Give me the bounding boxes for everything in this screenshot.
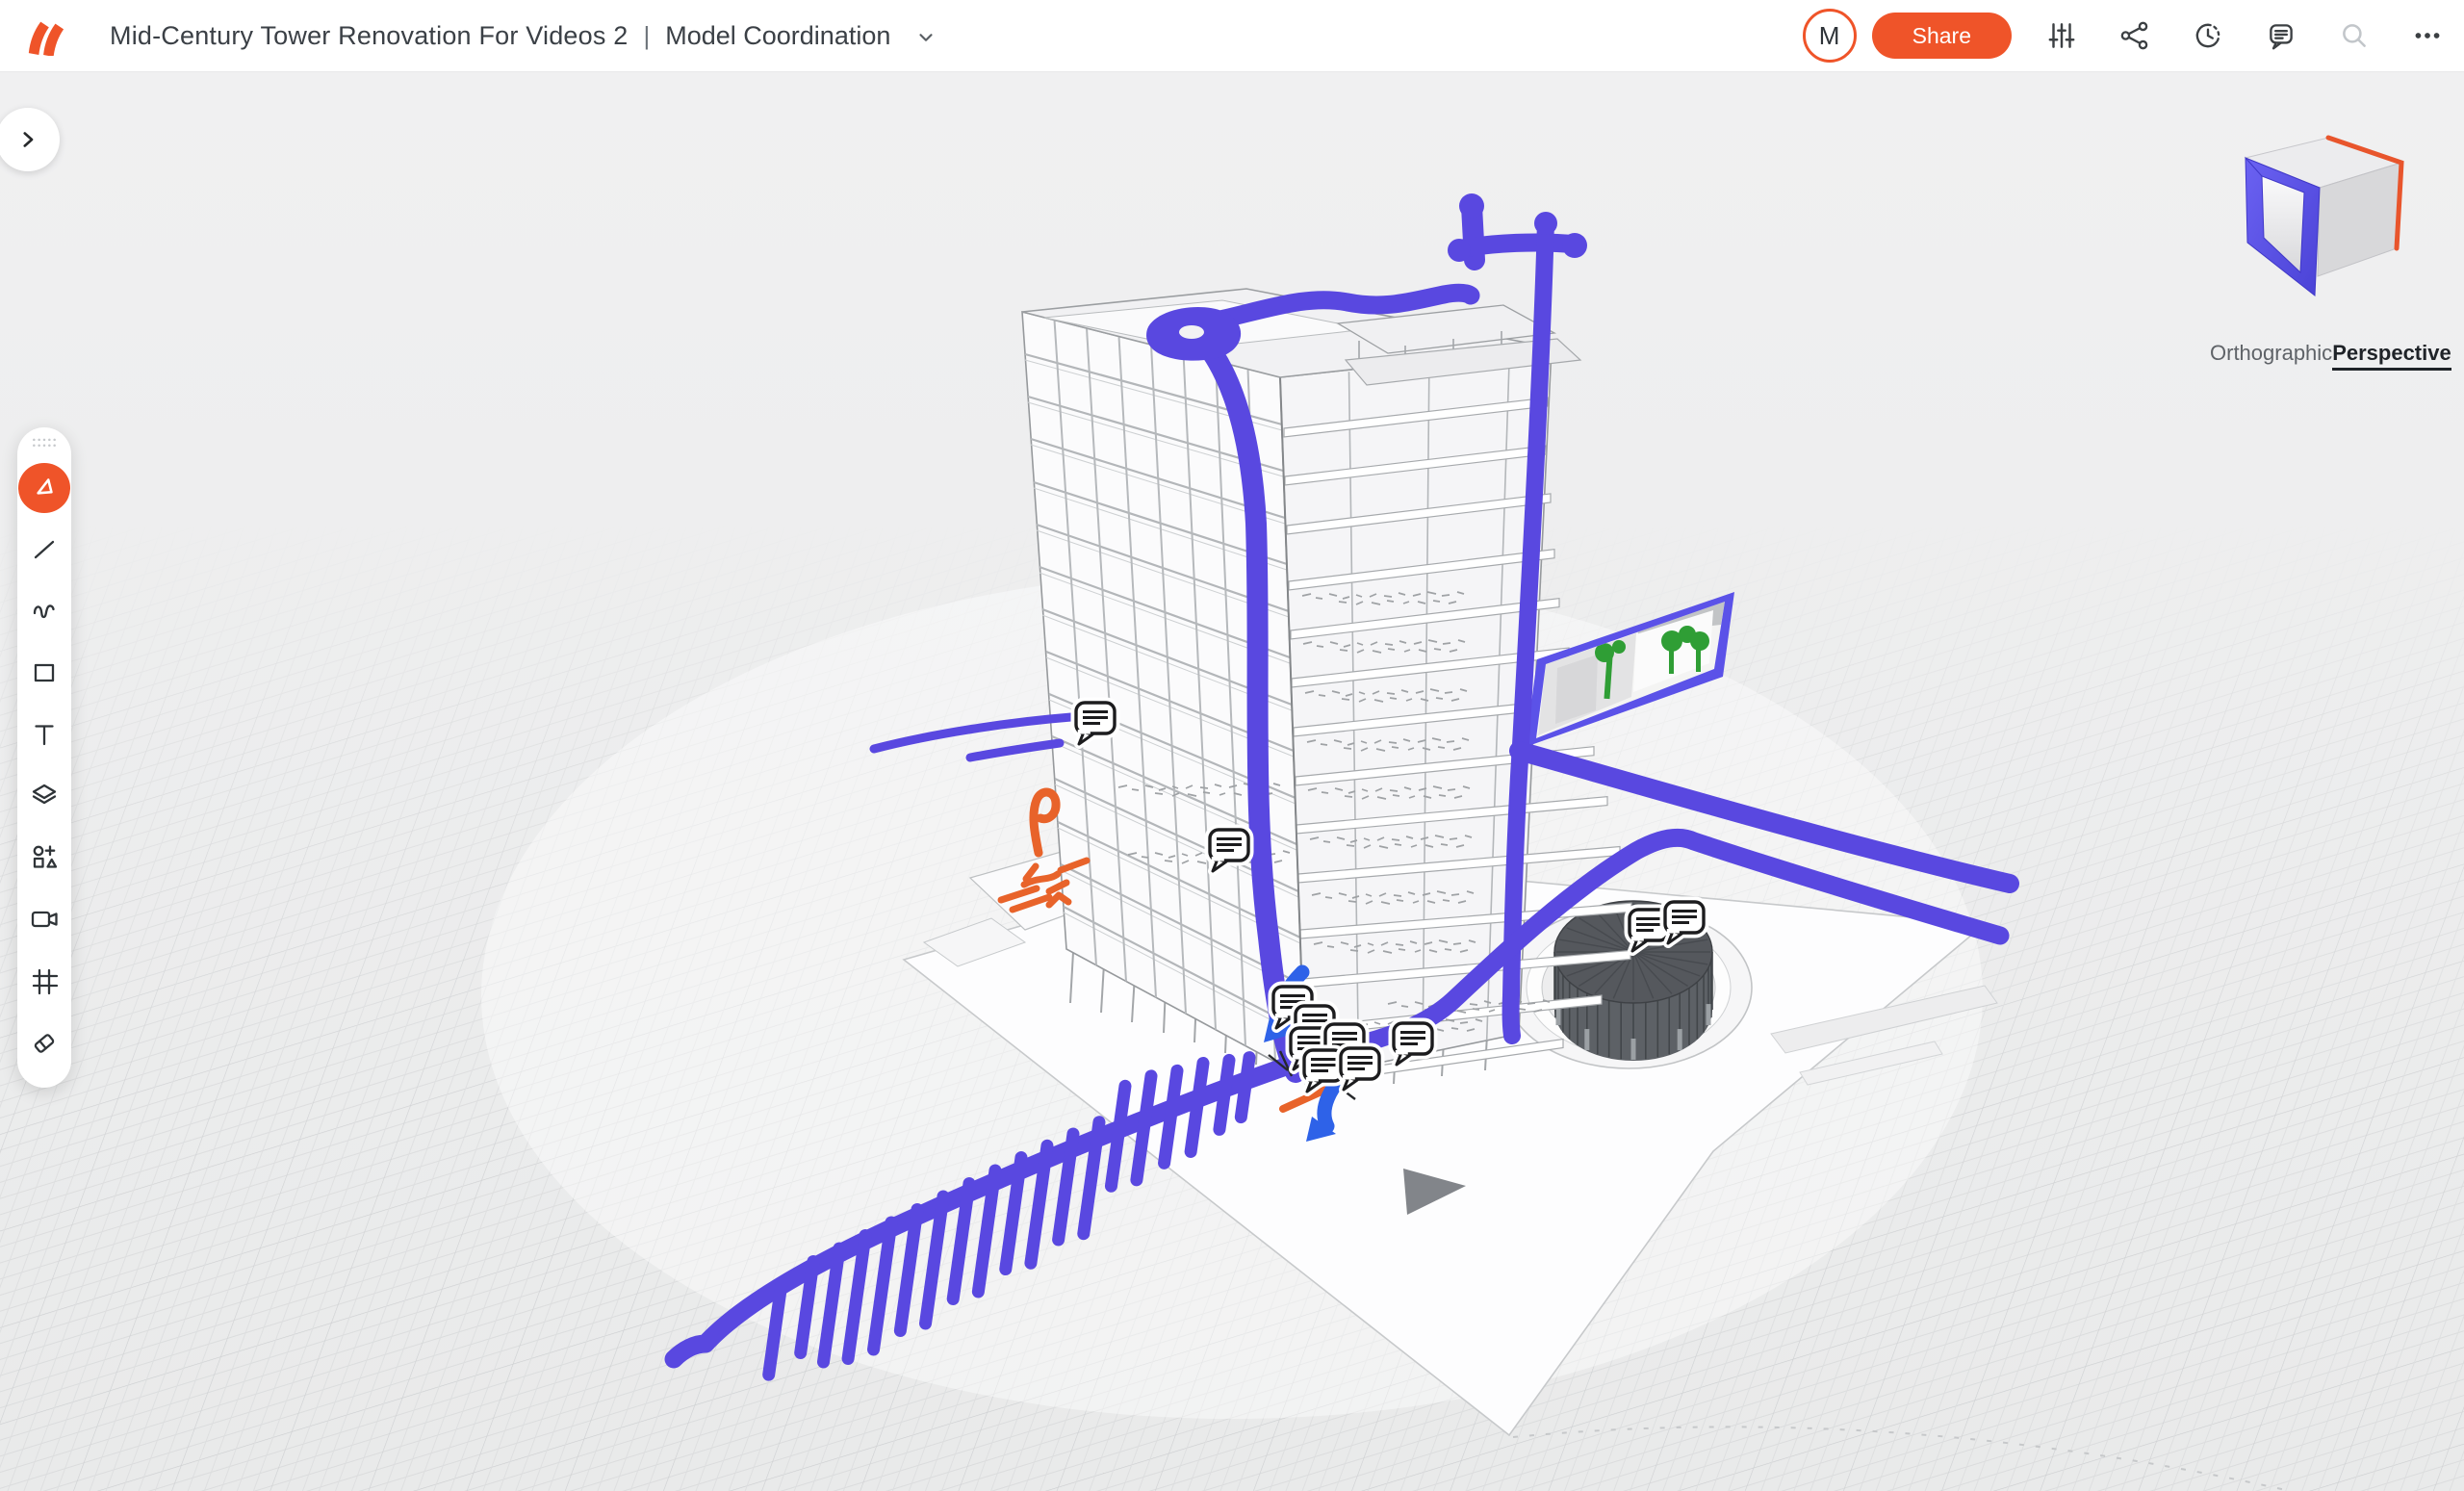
comments-button[interactable] <box>2258 13 2304 59</box>
share-button[interactable]: Share <box>1872 13 2012 59</box>
ink-blob-hole <box>1179 325 1204 339</box>
drag-handle[interactable] <box>30 437 59 450</box>
line-icon <box>29 534 60 565</box>
eraser-icon <box>29 1027 60 1058</box>
drawing-toolbar <box>17 427 71 1088</box>
tool-layers[interactable] <box>27 780 62 811</box>
history-clock-icon <box>2192 19 2224 52</box>
tool-select[interactable] <box>18 463 70 513</box>
comments-icon <box>2265 19 2297 52</box>
cursor-icon <box>28 472 61 504</box>
document-subtitle: Model Coordination <box>665 21 890 51</box>
viewcube-panel: Orthographic Perspective <box>2208 125 2447 371</box>
comment-marker[interactable] <box>1394 1023 1432 1065</box>
camera-icon <box>29 904 60 935</box>
title-separator: | <box>643 21 650 51</box>
search-icon <box>2338 19 2371 52</box>
tool-camera[interactable] <box>27 903 62 935</box>
comment-marker[interactable] <box>1341 1048 1379 1090</box>
insert-shapes-icon <box>29 842 60 873</box>
comment-marker[interactable] <box>1665 902 1704 943</box>
grid-frame-icon <box>29 965 60 996</box>
tool-line[interactable] <box>27 533 62 565</box>
tool-shapes[interactable] <box>27 841 62 873</box>
app-logo-icon[interactable] <box>21 15 69 56</box>
document-title: Mid-Century Tower Renovation For Videos … <box>110 21 628 51</box>
rectangle-icon <box>29 657 60 688</box>
layers-icon <box>29 781 60 811</box>
viewcube[interactable] <box>2235 125 2427 327</box>
tool-rectangle[interactable] <box>27 656 62 688</box>
viewport-canvas[interactable] <box>0 71 2464 1491</box>
document-title-group[interactable]: Mid-Century Tower Renovation For Videos … <box>110 21 937 51</box>
avatar[interactable]: M <box>1803 9 1857 63</box>
more-ellipsis-icon <box>2411 19 2444 52</box>
freehand-draw-icon <box>29 596 60 627</box>
search-button[interactable] <box>2331 13 2377 59</box>
chevron-down-icon[interactable] <box>915 27 937 48</box>
text-icon <box>29 719 60 750</box>
tool-text[interactable] <box>27 718 62 750</box>
share-nodes-icon <box>2118 19 2151 52</box>
more-button[interactable] <box>2404 13 2451 59</box>
comment-marker[interactable] <box>1076 703 1115 744</box>
adjust-sliders-icon <box>2045 19 2078 52</box>
viewport[interactable] <box>0 71 2464 1420</box>
tool-eraser[interactable] <box>27 1026 62 1058</box>
perspective-option[interactable]: Perspective <box>2332 341 2451 371</box>
orthographic-option[interactable]: Orthographic <box>2210 341 2332 371</box>
app-header: Mid-Century Tower Renovation For Videos … <box>0 0 2464 71</box>
history-button[interactable] <box>2185 13 2231 59</box>
chevron-right-icon <box>15 127 40 152</box>
adjust-sliders-button[interactable] <box>2039 13 2085 59</box>
tool-freehand[interactable] <box>27 595 62 627</box>
tool-grid[interactable] <box>27 964 62 996</box>
share-nodes-button[interactable] <box>2112 13 2158 59</box>
avatar-initial: M <box>1819 21 1840 51</box>
comment-marker[interactable] <box>1210 830 1248 871</box>
